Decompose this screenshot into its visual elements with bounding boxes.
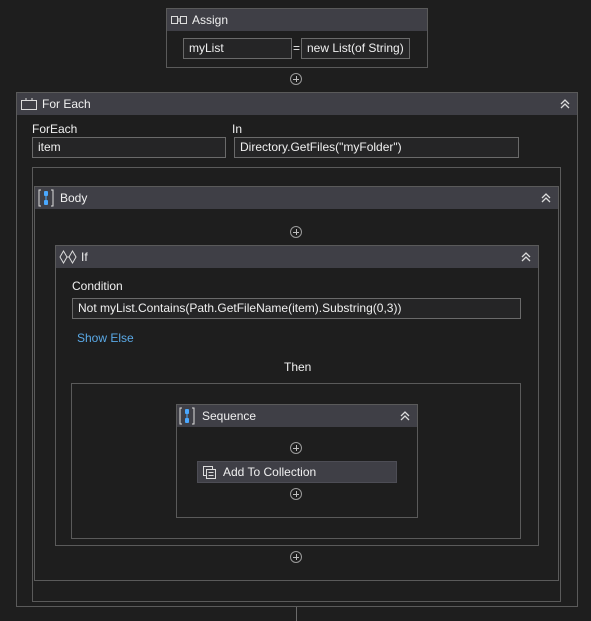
add-activity-plus-icon[interactable] <box>290 488 302 500</box>
assign-value-field[interactable]: new List(of String) <box>301 38 410 59</box>
assign-to-field[interactable]: myList <box>183 38 292 59</box>
foreach-header[interactable]: For Each <box>17 93 577 115</box>
condition-label: Condition <box>72 279 123 293</box>
if-icon <box>59 249 77 265</box>
if-header[interactable]: If <box>56 246 538 268</box>
body-header[interactable]: Body <box>35 187 558 209</box>
collapse-chevron-icon[interactable] <box>398 408 412 424</box>
then-label: Then <box>284 360 312 374</box>
collapse-chevron-icon[interactable] <box>539 190 553 206</box>
add-to-collection-icon <box>201 464 217 480</box>
assign-icon <box>171 13 187 27</box>
collapse-chevron-icon[interactable] <box>519 249 533 265</box>
collapse-chevron-icon[interactable] <box>558 96 572 112</box>
add-activity-plus-icon[interactable] <box>290 73 302 85</box>
assign-title: Assign <box>192 13 229 27</box>
foreach-in-field[interactable]: Directory.GetFiles("myFolder") <box>234 137 519 158</box>
add-to-collection-label: Add To Collection <box>223 465 317 479</box>
assign-equals-sign: = <box>293 41 301 55</box>
foreach-icon <box>21 97 37 111</box>
flow-connector <box>296 607 297 621</box>
body-title: Body <box>60 191 88 205</box>
add-activity-plus-icon[interactable] <box>290 226 302 238</box>
foreach-in-label: In <box>232 122 243 136</box>
assign-header[interactable]: Assign <box>167 9 427 31</box>
condition-field[interactable]: Not myList.Contains(Path.GetFileName(ite… <box>72 298 521 319</box>
show-else-link[interactable]: Show Else <box>77 331 134 345</box>
sequence-icon <box>38 189 54 207</box>
foreach-variable-label: ForEach <box>32 122 78 136</box>
foreach-item-field[interactable]: item <box>32 137 226 158</box>
add-activity-plus-icon[interactable] <box>290 442 302 454</box>
sequence-title: Sequence <box>202 409 257 423</box>
add-to-collection-activity[interactable]: Add To Collection <box>197 461 397 483</box>
sequence-icon <box>179 407 195 425</box>
foreach-title: For Each <box>42 97 91 111</box>
sequence-header[interactable]: Sequence <box>177 405 417 427</box>
if-title: If <box>81 250 88 264</box>
add-activity-plus-icon[interactable] <box>290 551 302 563</box>
